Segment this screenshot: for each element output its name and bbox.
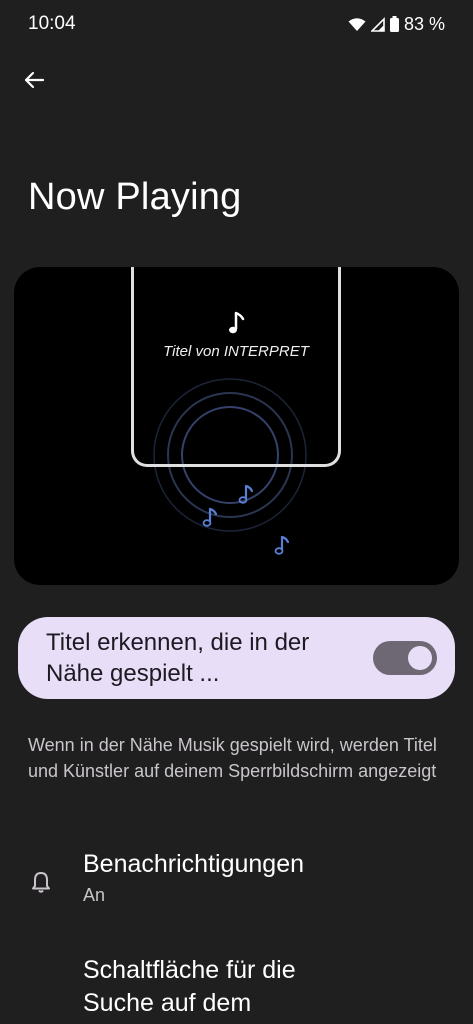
page-title: Now Playing [28, 176, 242, 218]
switch[interactable] [373, 641, 437, 675]
signal-icon [370, 16, 385, 32]
status-bar: 10:04 83 % [0, 0, 473, 48]
search-button-preference[interactable]: Schaltfläche für die Suche auf dem [0, 954, 473, 1020]
battery-icon [389, 16, 399, 32]
music-note-icon [202, 507, 218, 527]
feature-description: Wenn in der Nähe Musik gespielt wird, we… [28, 735, 437, 781]
status-icons: 83 % [348, 14, 445, 35]
preference-title: Schaltfläche für die Suche auf dem [83, 956, 296, 1017]
recognize-songs-toggle[interactable]: Titel erkennen, die in der Nähe gespielt… [18, 617, 455, 699]
now-playing-illustration: Titel von INTERPRET [14, 267, 459, 585]
arrow-back-icon [24, 71, 45, 89]
status-time: 10:04 [28, 13, 76, 34]
music-note-icon [274, 535, 290, 555]
preference-title: Benachrichtigungen [83, 850, 304, 878]
toggle-label: Titel erkennen, die in der Nähe gespielt… [46, 629, 310, 687]
music-note-icon [238, 484, 254, 504]
preference-summary: An [83, 885, 106, 905]
notifications-preference[interactable]: Benachrichtigungen An [0, 848, 473, 906]
phone-outline [131, 267, 341, 467]
battery-percent: 83 % [403, 13, 445, 34]
music-note-icon [229, 311, 245, 334]
wifi-icon [348, 17, 366, 31]
back-button[interactable] [18, 64, 50, 96]
switch-thumb [408, 646, 432, 670]
track-text: Titel von INTERPRET [163, 343, 309, 360]
